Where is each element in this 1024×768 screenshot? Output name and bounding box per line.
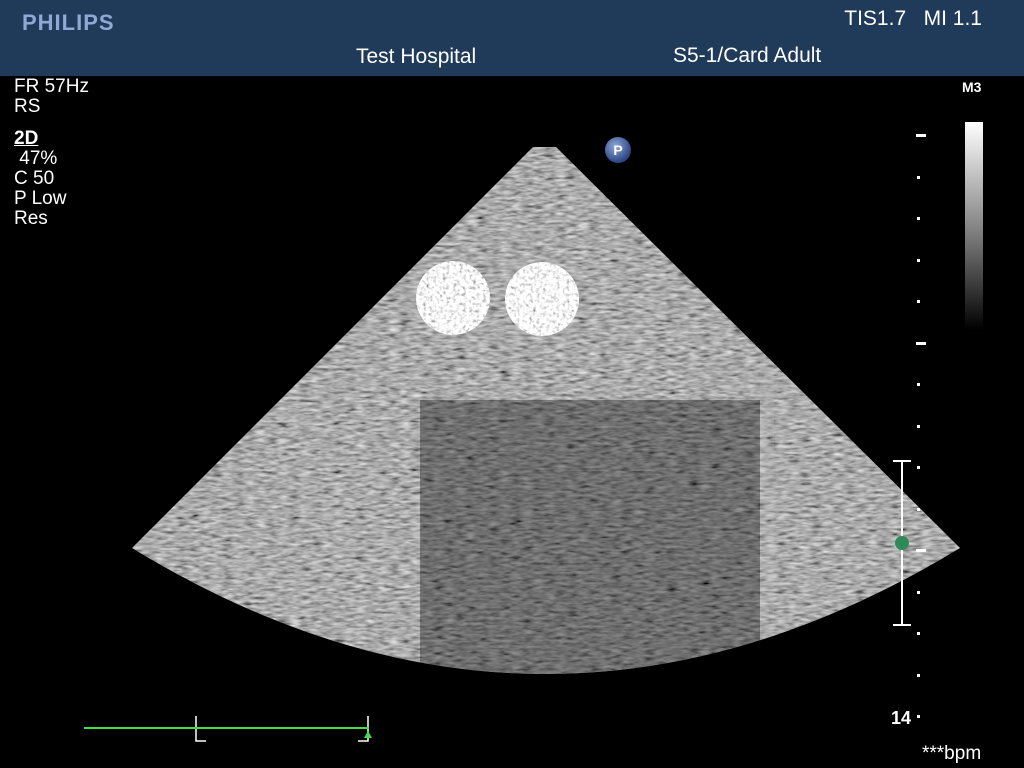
depth-minor-tick (917, 176, 920, 179)
depth-minor-tick (917, 591, 920, 594)
depth-major-tick (916, 342, 926, 345)
depth-minor-tick (917, 632, 920, 635)
orientation-marker-icon: P (605, 137, 631, 163)
depth-minor-tick (917, 425, 920, 428)
depth-max-label: 14 (891, 708, 912, 728)
ecg-trigger-marker (364, 731, 372, 738)
depth-major-tick (916, 134, 926, 137)
depth-minor-tick (917, 259, 920, 262)
depth-scale (916, 134, 926, 718)
ecg-trace (84, 727, 369, 729)
scan-sector (132, 147, 960, 674)
focus-marker[interactable] (895, 536, 909, 550)
heart-rate: ***bpm (922, 743, 982, 764)
depth-minor-tick (917, 466, 920, 469)
depth-major-tick (916, 549, 926, 552)
depth-minor-tick (917, 715, 920, 718)
depth-minor-tick (917, 300, 920, 303)
depth-minor-tick (917, 508, 920, 511)
depth-minor-tick (917, 674, 920, 677)
depth-minor-tick (917, 217, 920, 220)
ultrasound-image (132, 134, 960, 742)
depth-minor-tick (917, 383, 920, 386)
